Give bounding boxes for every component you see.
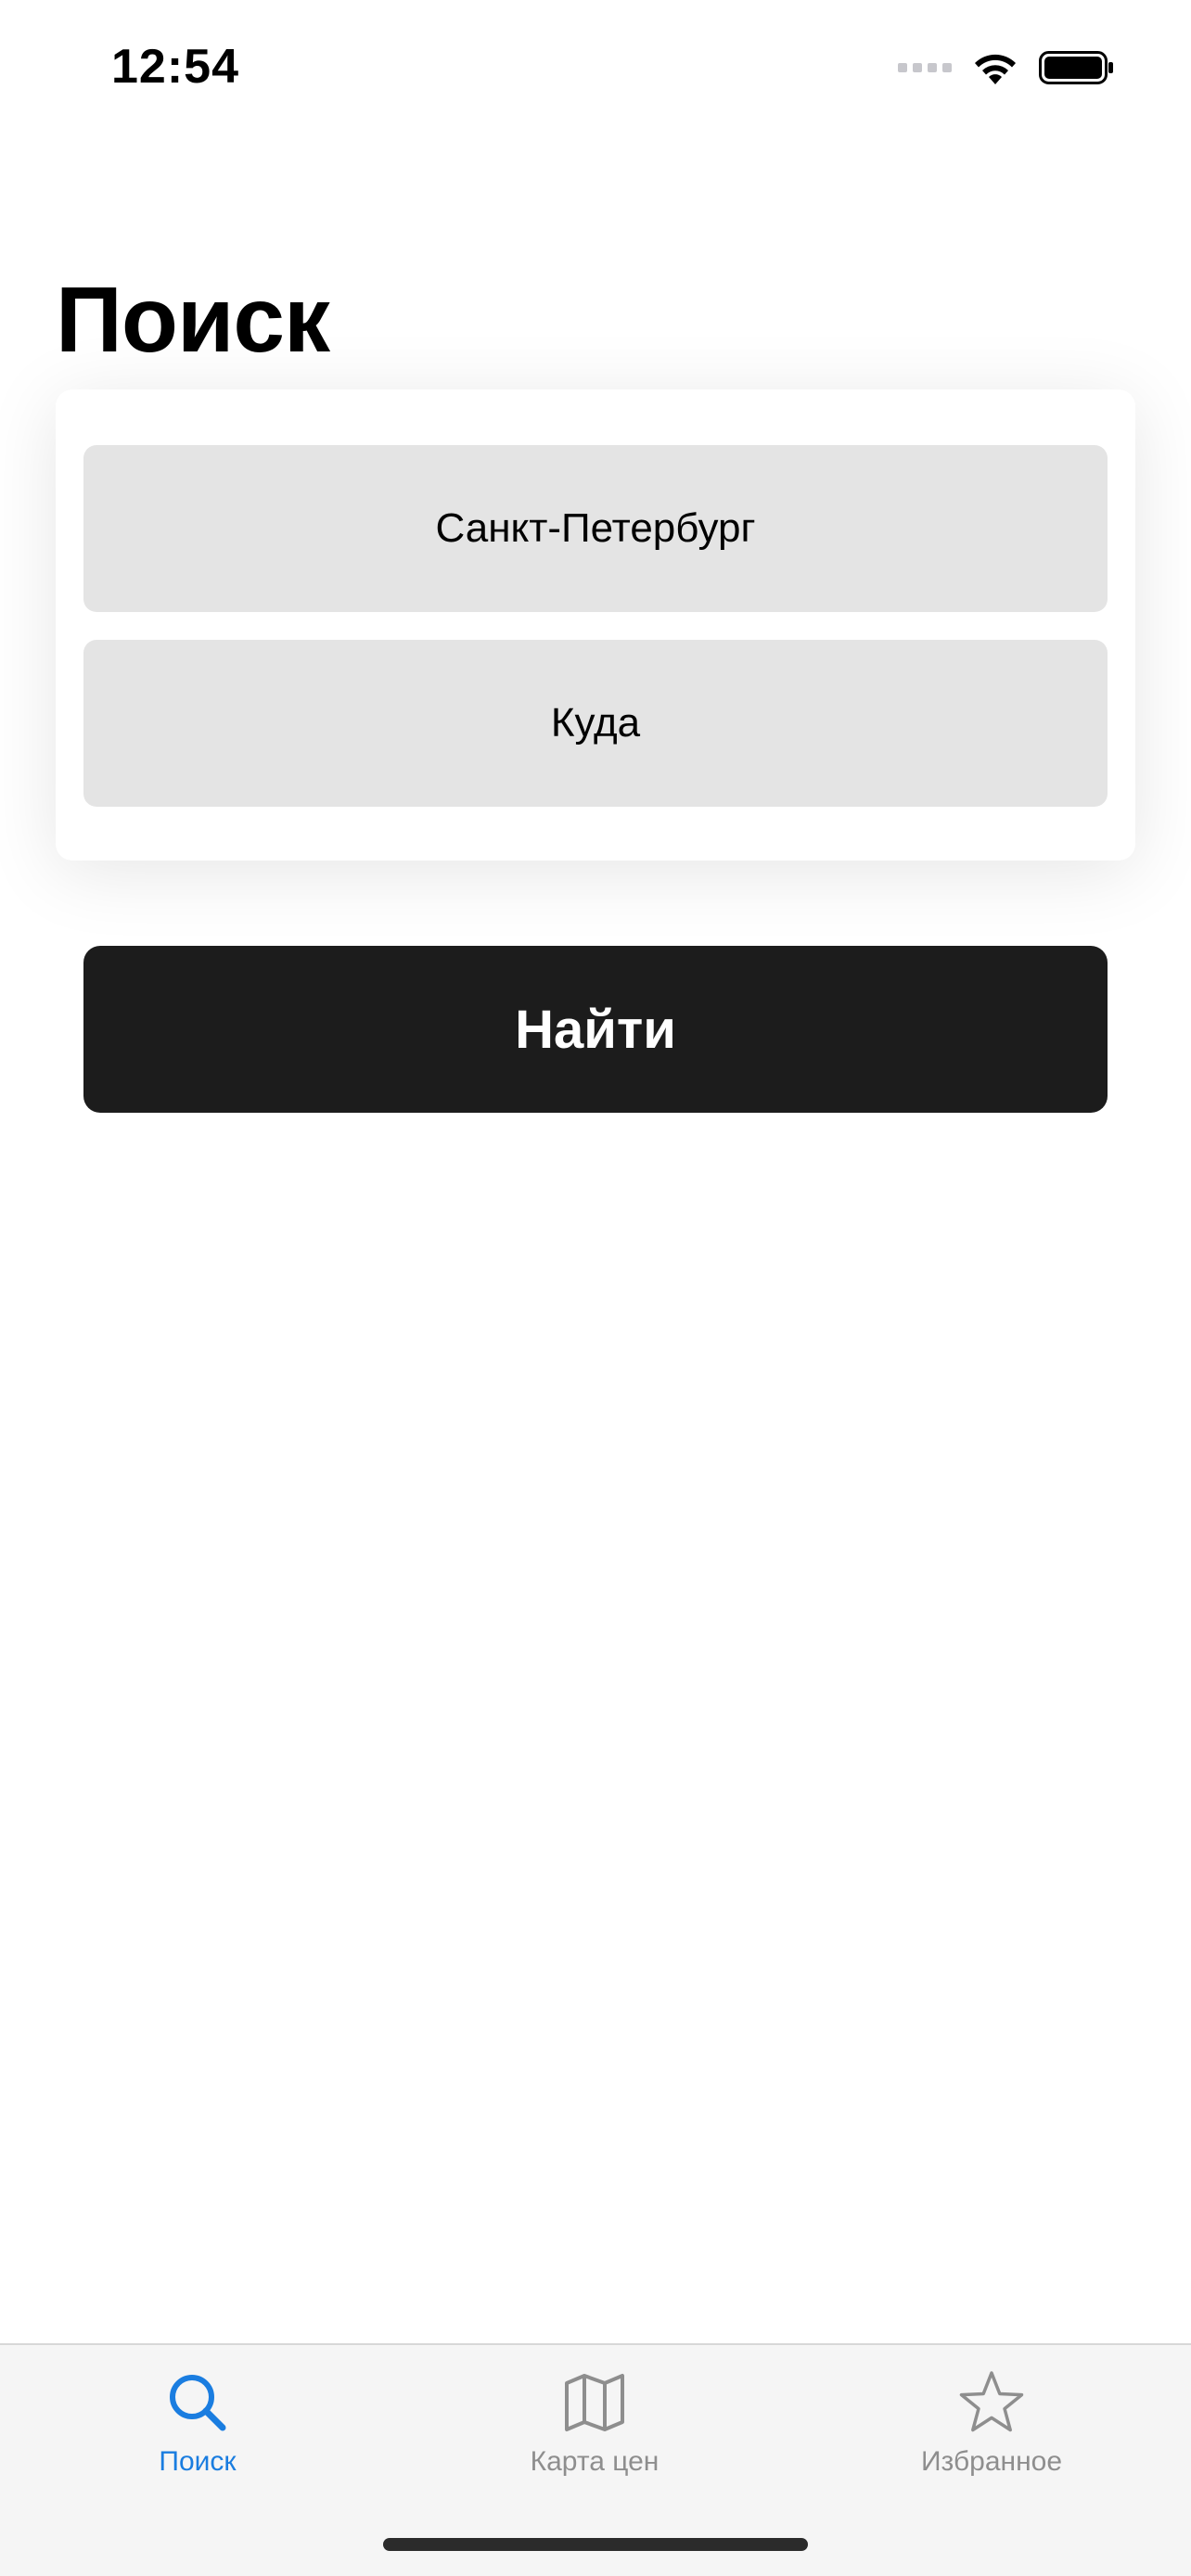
search-icon xyxy=(160,2366,235,2440)
tab-favorites-label: Избранное xyxy=(920,2446,1063,2477)
page-title: Поиск xyxy=(56,268,330,372)
status-time: 12:54 xyxy=(111,40,239,94)
tab-search-label: Поиск xyxy=(159,2446,237,2477)
battery-icon xyxy=(1039,51,1113,84)
search-card: Санкт-Петербург Куда xyxy=(56,389,1135,861)
tab-price-map-label: Карта цен xyxy=(530,2446,660,2477)
tab-favorites[interactable]: Избранное xyxy=(852,2366,1131,2495)
map-icon xyxy=(557,2366,632,2440)
tab-bar: Поиск Карта цен Избранное xyxy=(0,2343,1191,2576)
cellular-signal-icon xyxy=(898,63,952,72)
origin-field[interactable]: Санкт-Петербург xyxy=(83,445,1108,612)
star-icon xyxy=(954,2366,1029,2440)
wifi-icon xyxy=(975,54,1016,84)
tab-search[interactable]: Поиск xyxy=(58,2366,337,2495)
tab-price-map[interactable]: Карта цен xyxy=(455,2366,734,2495)
destination-field[interactable]: Куда xyxy=(83,640,1108,807)
status-icons xyxy=(898,45,1115,91)
home-indicator xyxy=(383,2538,808,2551)
find-button[interactable]: Найти xyxy=(83,946,1108,1113)
status-bar: 12:54 xyxy=(0,0,1191,139)
